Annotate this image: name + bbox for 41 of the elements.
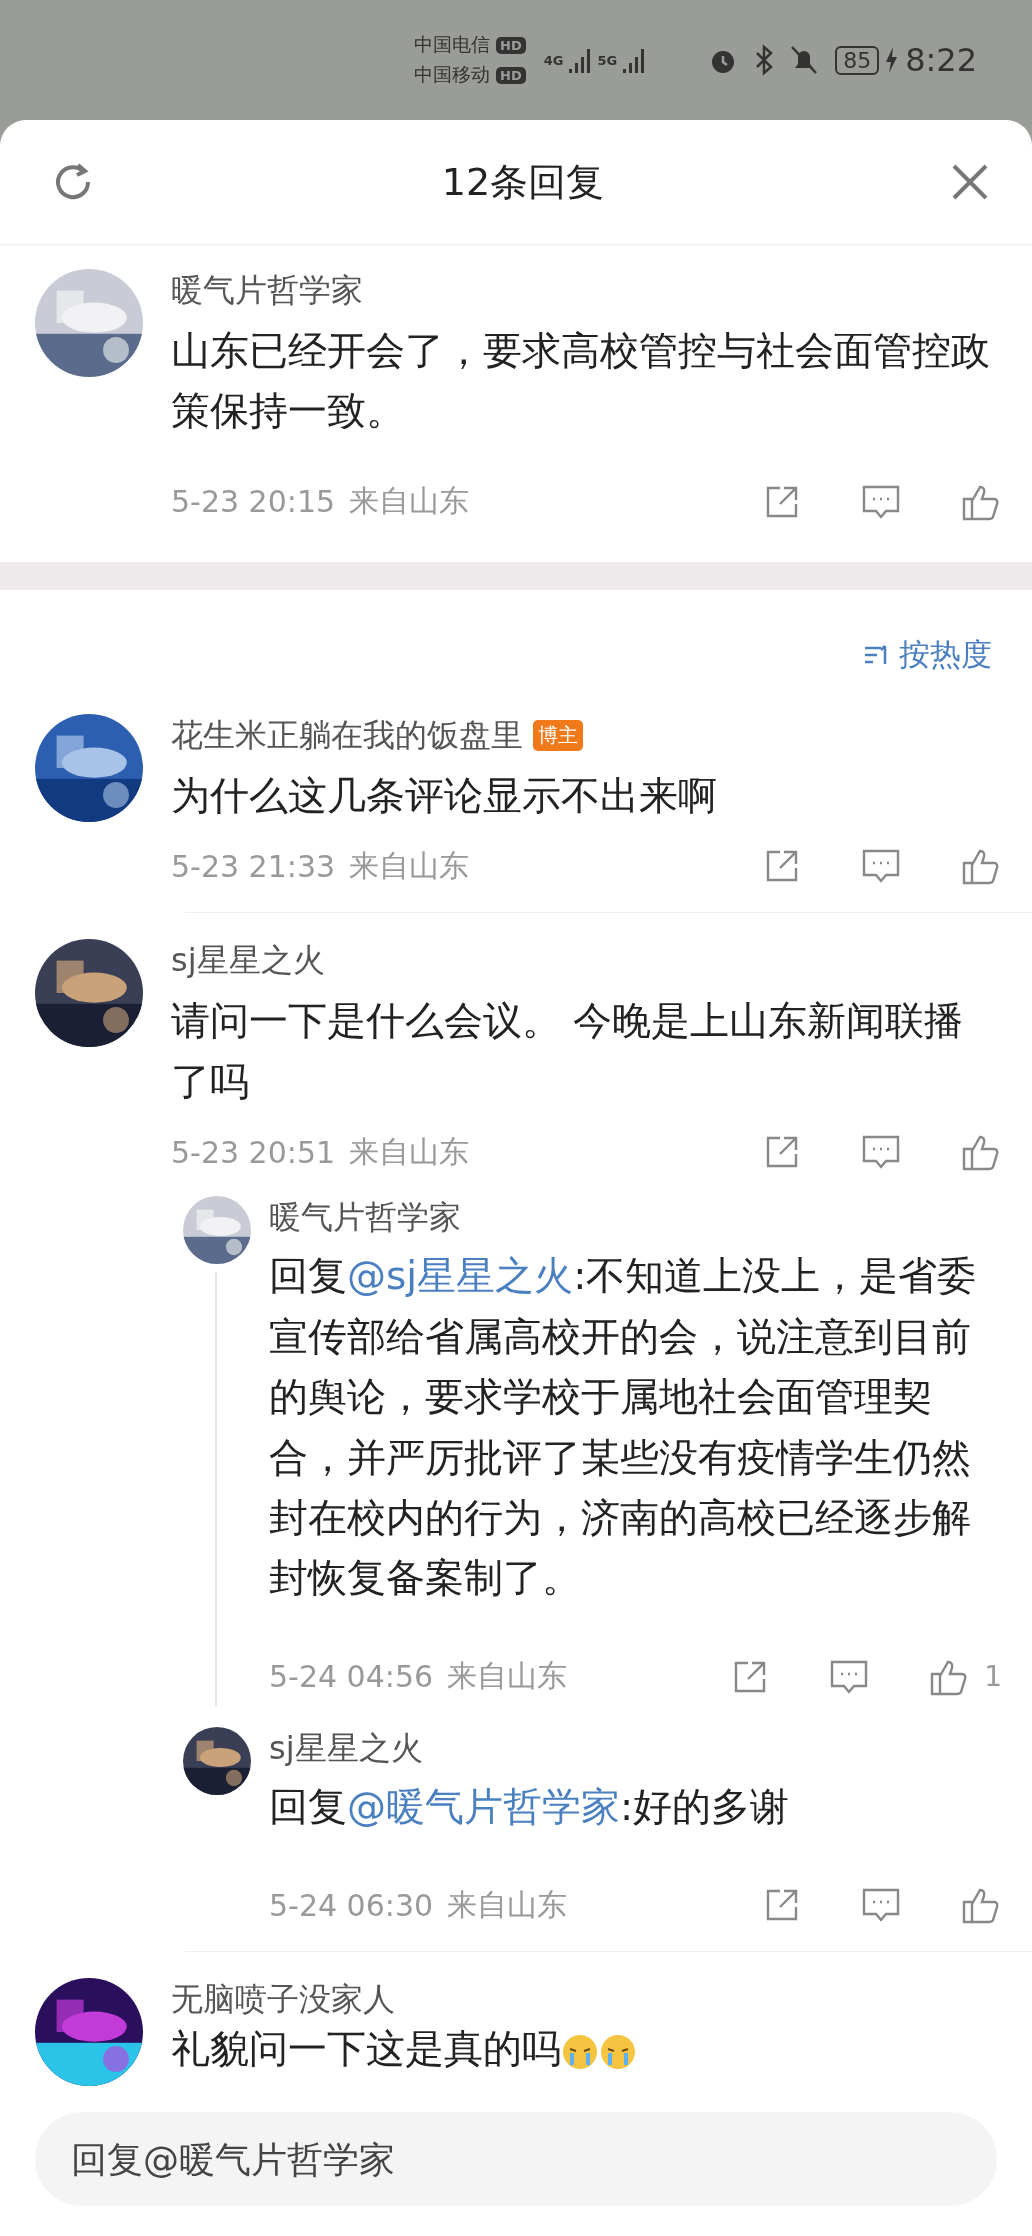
comment-text: 请问一下是什么会议。 今晚是上山东新闻联播了吗 [171,997,965,1106]
carrier-name: 中国移动 [414,62,491,87]
mention-link[interactable]: @sj星星之火 [347,1253,574,1299]
reply-text: 回复@暖气片哲学家:好的多谢 [269,1782,791,1831]
clock-time: 8:22 [905,41,977,79]
crying-emoji-icon [561,2032,599,2071]
comment-time: 5-24 06:30 [269,1887,434,1923]
like-count: 1 [984,1660,1002,1694]
comment-location: 来自山东 [349,846,470,885]
comment-time: 5-23 21:33 [171,848,336,884]
hd-badge: HD [496,66,526,84]
author-name[interactable]: 花生米正躺在我的饭盘里 [171,713,523,758]
comment-text: 礼貌问一下这是真的吗 [171,2026,1002,2074]
mention-link[interactable]: @暖气片哲学家 [347,1783,620,1829]
reply-text: 回复@sj星星之火:不知道上没上，是省委宣传部给省属高校开的会，说注意到目前的舆论，要求学校于属地社会面管理契合，并严厉批评了某些没有疫情学生仍然封在校内的行为，济南的高校已经逐步解封恢复备案制了。 [269,1252,978,1603]
comment-time: 5-23 20:15 [171,484,336,520]
comment-location: 来自山东 [349,1132,470,1171]
comment-time: 5-24 04:56 [269,1659,434,1695]
comment-location: 来自山东 [349,482,470,521]
battery-level: 85 [835,45,880,75]
header-title: 12条回复 [441,158,605,206]
reply-input[interactable]: 回复@暖气片哲学家 [35,2112,997,2206]
author-name[interactable]: sj星星之火 [269,1726,423,1771]
comment-time: 5-23 20:51 [171,1134,336,1170]
comment-location: 来自山东 [447,1657,568,1696]
comment-text: 为什么这几条评论显示不出来啊 [171,771,718,820]
network-type: 4G [543,52,564,68]
sort-button[interactable]: 按热度 [863,633,992,676]
crying-emoji-icon [599,2032,637,2071]
author-badge: 博主 [533,720,583,752]
author-name[interactable]: 无脑喷子没家人 [171,1978,395,2023]
carrier-name: 中国电信 [414,32,491,57]
network-type: 5G [597,52,618,68]
author-name[interactable]: sj星星之火 [171,939,325,984]
author-name[interactable]: 暖气片哲学家 [171,269,363,313]
bell-muted-icon [789,44,820,76]
comment-location: 来自山东 [447,1885,568,1924]
charging-icon [883,45,900,75]
hd-badge: HD [496,36,526,54]
comment-text: 山东已经开会了，要求高校管控与社会面管控政策保持一致。 [171,327,991,436]
author-name[interactable]: 暖气片哲学家 [269,1196,461,1241]
